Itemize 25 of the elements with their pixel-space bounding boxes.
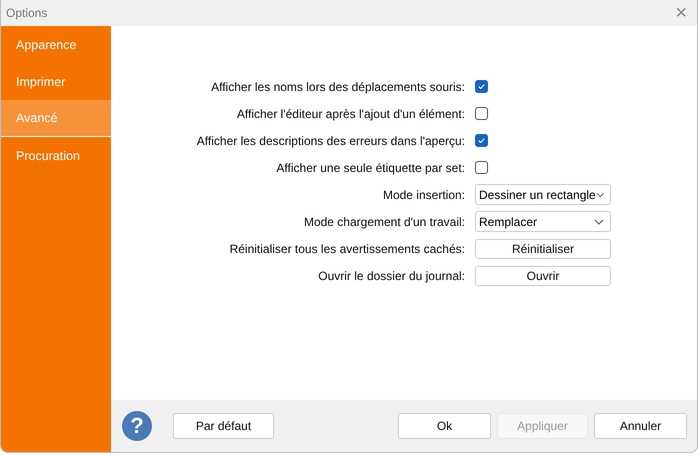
setting-label: Afficher les noms lors des déplacements souris: — [210, 80, 465, 94]
chevron-down-icon — [596, 192, 604, 198]
action-button[interactable]: Réinitialiser — [475, 238, 611, 258]
check-icon — [477, 82, 486, 91]
checkbox[interactable] — [475, 80, 488, 93]
footer-button[interactable]: Annuler — [594, 413, 687, 439]
setting-label: Ouvrir le dossier du journal: — [317, 268, 465, 282]
checkbox[interactable] — [475, 107, 488, 120]
check-icon — [477, 136, 486, 145]
chevron-down-icon — [594, 218, 604, 224]
action-button[interactable]: Ouvrir — [475, 266, 611, 286]
dropdown[interactable]: Dessiner un rectangle — [475, 184, 611, 205]
checkbox[interactable] — [475, 134, 488, 147]
checkbox[interactable] — [475, 161, 488, 174]
setting-label: Afficher l'éditeur après l'ajout d'un élément: — [236, 106, 465, 120]
window-title: Options — [6, 6, 48, 20]
setting-label: Mode insertion: — [382, 188, 465, 202]
footer-button[interactable]: Ok — [398, 413, 491, 439]
dropdown[interactable]: Remplacer — [475, 211, 611, 232]
help-icon[interactable]: ? — [122, 411, 152, 441]
footer-button[interactable]: Par défaut — [173, 413, 274, 439]
setting-label: Afficher une seule étiquette par set: — [275, 160, 465, 174]
setting-label: Afficher les descriptions des erreurs dans l'aperçu: — [196, 134, 465, 148]
setting-label: Réinitialiser tous les avertissements cachés: — [228, 242, 465, 256]
setting-label: Mode chargement d'un travail: — [302, 214, 465, 228]
